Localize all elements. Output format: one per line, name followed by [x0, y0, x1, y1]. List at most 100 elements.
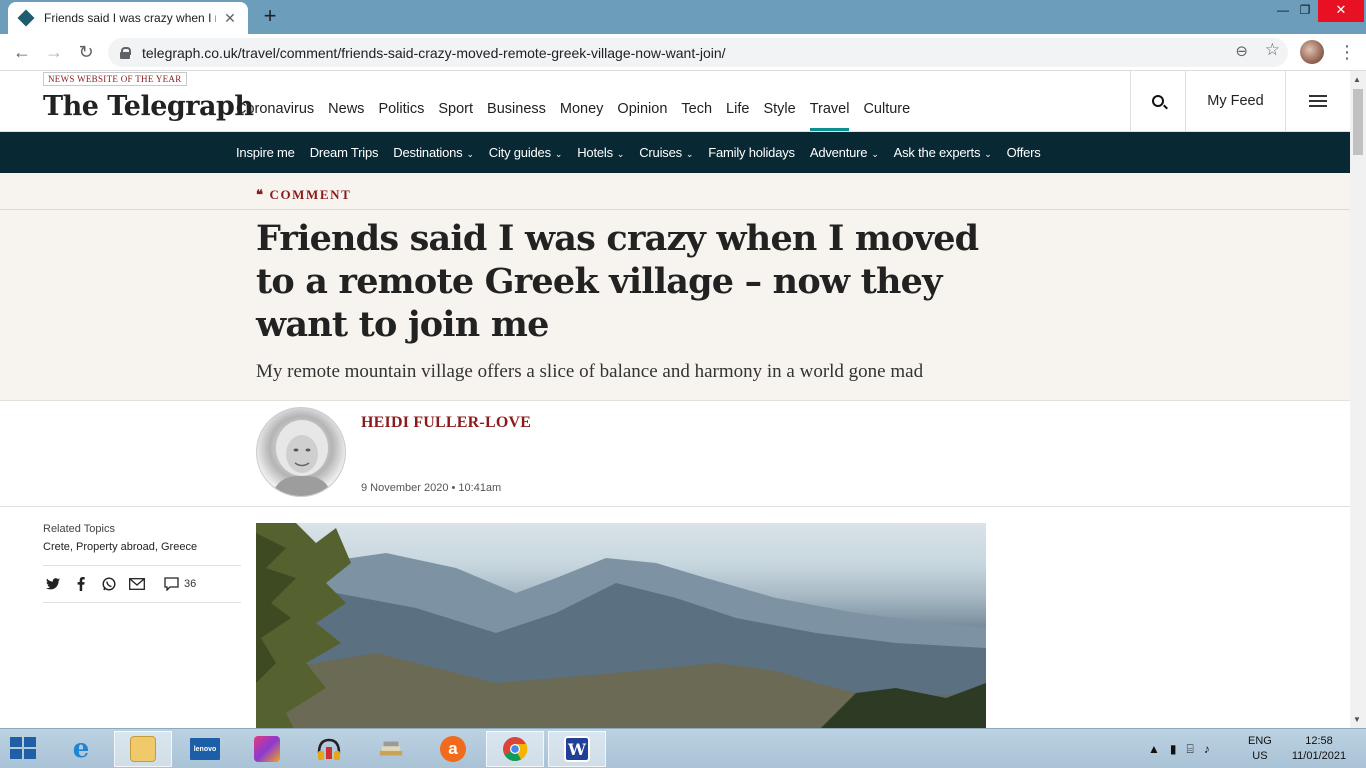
- chevron-down-icon: ⌄: [685, 149, 694, 159]
- article-standfirst: My remote mountain village offers a slic…: [256, 361, 924, 382]
- start-logo-pane: [10, 737, 22, 747]
- hamburger-icon: [1309, 95, 1327, 107]
- subnav-item-inspire-me[interactable]: Inspire me: [236, 145, 295, 160]
- taskbar-lenovo[interactable]: lenovo: [176, 731, 234, 767]
- taskbar-avast[interactable]: a: [424, 731, 482, 767]
- kicker-label: COMMENT: [269, 187, 352, 202]
- article-kicker[interactable]: ❝ COMMENT: [256, 187, 351, 203]
- chrome-icon: [502, 736, 528, 762]
- taskbar-internet-explorer[interactable]: e: [52, 731, 110, 767]
- subnav-item-destinations[interactable]: Destinations ⌄: [393, 145, 474, 160]
- taskbar-word[interactable]: W: [548, 731, 606, 767]
- telegraph-logo[interactable]: The Telegraph: [43, 91, 254, 122]
- lenovo-icon: lenovo: [190, 738, 220, 760]
- back-button[interactable]: ←: [10, 40, 34, 64]
- tab-close-icon[interactable]: ✕: [222, 10, 238, 27]
- nav-item-style[interactable]: Style: [763, 101, 795, 117]
- clock-date: 11/01/2021: [1291, 750, 1347, 762]
- show-hidden-icons-icon[interactable]: ▲: [1148, 742, 1160, 756]
- subnav-item-label: Family holidays: [708, 145, 795, 160]
- url-text[interactable]: telegraph.co.uk/travel/comment/friends-s…: [142, 45, 726, 61]
- system-tray: ▲ ▮ ⌸ ♪: [1148, 729, 1220, 768]
- my-feed-link[interactable]: My Feed: [1185, 71, 1285, 131]
- comments-icon[interactable]: [161, 574, 181, 594]
- lock-icon[interactable]: [120, 46, 131, 59]
- bookmark-star-icon[interactable]: ☆: [1265, 40, 1280, 60]
- window-maximize-button[interactable]: ❐: [1290, 0, 1320, 22]
- primary-nav: Coronavirus News Politics Sport Business Mone…: [236, 101, 924, 131]
- page-scrollbar[interactable]: ▲ ▼: [1350, 71, 1366, 728]
- browser-menu-icon[interactable]: ⋮: [1338, 40, 1356, 64]
- twitter-share-icon[interactable]: [43, 574, 63, 594]
- battery-icon[interactable]: ▮: [1170, 742, 1177, 756]
- whatsapp-share-icon[interactable]: [99, 574, 119, 594]
- nav-item-news[interactable]: News: [328, 101, 364, 117]
- taskbar-books[interactable]: [362, 731, 420, 767]
- related-topics-links[interactable]: Crete, Property abroad, Greece: [43, 541, 197, 553]
- subnav-item-family-holidays[interactable]: Family holidays: [708, 145, 795, 160]
- address-bar[interactable]: telegraph.co.uk/travel/comment/friends-s…: [108, 38, 1288, 67]
- new-tab-button[interactable]: +: [258, 5, 282, 29]
- article-byline: HEIDI FULLER-LOVE 9 November 2020 • 10:4…: [0, 401, 1350, 507]
- menu-button[interactable]: [1285, 71, 1350, 131]
- nav-item-coronavirus[interactable]: Coronavirus: [236, 101, 314, 117]
- subnav-item-ask-the-experts[interactable]: Ask the experts ⌄: [894, 145, 992, 160]
- award-badge[interactable]: NEWS WEBSITE OF THE YEAR: [43, 72, 187, 86]
- mountain-landscape-image: [256, 523, 986, 728]
- subnav-item-cruises[interactable]: Cruises ⌄: [639, 145, 693, 160]
- chevron-down-icon: ⌄: [984, 149, 992, 159]
- author-avatar[interactable]: [256, 407, 346, 497]
- site-search-button[interactable]: [1130, 71, 1185, 131]
- volume-icon[interactable]: ♪: [1204, 742, 1210, 756]
- app-manager-icon: [254, 736, 280, 762]
- comment-count[interactable]: 36: [184, 578, 196, 590]
- forward-button[interactable]: →: [42, 40, 66, 64]
- profile-avatar[interactable]: [1300, 40, 1324, 64]
- scroll-up-arrow-icon[interactable]: ▲: [1353, 75, 1361, 84]
- reload-button[interactable]: ↻: [74, 40, 98, 64]
- related-topics-label: Related Topics: [43, 523, 115, 535]
- start-logo-pane: [24, 737, 36, 747]
- subnav-item-label: Destinations: [393, 145, 463, 160]
- subnav-item-city-guides[interactable]: City guides ⌄: [489, 145, 563, 160]
- subnav-item-offers[interactable]: Offers: [1007, 145, 1041, 160]
- windows-taskbar: e lenovo a W ▲ ▮ ⌸ ♪ ENG US 12:58 11/01/…: [0, 728, 1366, 768]
- nav-item-culture[interactable]: Culture: [863, 101, 910, 117]
- subnav-item-dream-trips[interactable]: Dream Trips: [310, 145, 379, 160]
- author-name[interactable]: HEIDI FULLER-LOVE: [361, 414, 531, 432]
- chevron-down-icon: ⌄: [466, 149, 474, 159]
- window-close-button[interactable]: ✕: [1318, 0, 1364, 22]
- system-clock[interactable]: 12:58 11/01/2021: [1290, 729, 1348, 768]
- subnav-item-label: Cruises: [639, 145, 682, 160]
- masthead-actions: My Feed: [1130, 71, 1350, 131]
- input-language[interactable]: ENG US: [1248, 729, 1272, 768]
- network-icon[interactable]: ⌸: [1187, 742, 1194, 757]
- word-icon: W: [564, 736, 590, 762]
- nav-item-travel[interactable]: Travel: [809, 101, 849, 131]
- browser-tab[interactable]: Friends said I was crazy when I moved to…: [8, 2, 248, 34]
- zoom-icon[interactable]: ⊖: [1235, 42, 1248, 60]
- scrollbar-thumb[interactable]: [1353, 89, 1363, 155]
- nav-item-life[interactable]: Life: [726, 101, 749, 117]
- subnav-item-adventure[interactable]: Adventure ⌄: [810, 145, 879, 160]
- subnav-item-hotels[interactable]: Hotels ⌄: [577, 145, 624, 160]
- subnav-item-label: Inspire me: [236, 145, 295, 160]
- taskbar-chrome[interactable]: [486, 731, 544, 767]
- nav-item-money[interactable]: Money: [560, 101, 604, 117]
- email-share-icon[interactable]: [127, 574, 147, 594]
- nav-item-opinion[interactable]: Opinion: [617, 101, 667, 117]
- start-logo-pane: [10, 749, 22, 759]
- windows-start-button[interactable]: [10, 737, 38, 761]
- nav-item-business[interactable]: Business: [487, 101, 546, 117]
- author-portrait-icon: [271, 420, 333, 496]
- nav-item-tech[interactable]: Tech: [681, 101, 712, 117]
- telegraph-favicon-icon: [17, 9, 35, 27]
- nav-item-sport[interactable]: Sport: [438, 101, 473, 117]
- divider: [0, 209, 1350, 210]
- taskbar-app-manager[interactable]: [238, 731, 296, 767]
- taskbar-audio[interactable]: [300, 731, 358, 767]
- scroll-down-arrow-icon[interactable]: ▼: [1353, 715, 1361, 724]
- facebook-share-icon[interactable]: [71, 574, 91, 594]
- nav-item-politics[interactable]: Politics: [378, 101, 424, 117]
- taskbar-file-explorer[interactable]: [114, 731, 172, 767]
